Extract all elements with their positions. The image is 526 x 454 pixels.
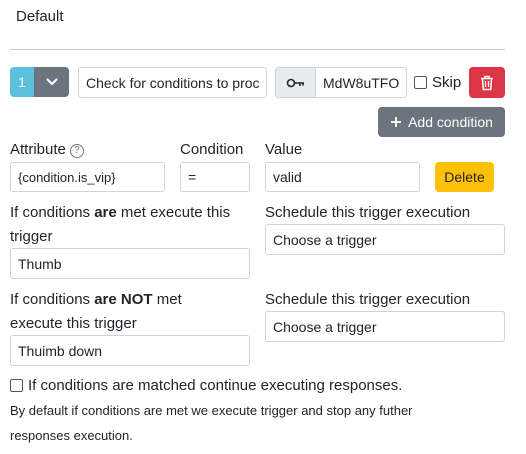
order-number[interactable]: 1 bbox=[10, 67, 34, 97]
code-input[interactable]: MdW8uTFO bbox=[315, 67, 407, 98]
delete-step-button[interactable] bbox=[469, 67, 505, 98]
not-met-text-line2: execute this trigger bbox=[10, 315, 137, 332]
not-met-trigger-input[interactable]: Thuimb down bbox=[10, 335, 250, 366]
continue-checkbox-box[interactable] bbox=[10, 379, 23, 392]
section-title: Default bbox=[16, 8, 64, 25]
met-text-pre: If conditions bbox=[10, 204, 95, 221]
question-circle-icon[interactable]: ? bbox=[69, 143, 84, 158]
not-met-schedule-label: Schedule this trigger execution bbox=[265, 291, 471, 308]
plus-icon bbox=[391, 117, 402, 127]
skip-checkbox-box[interactable] bbox=[414, 76, 427, 89]
order-dropdown-button[interactable] bbox=[34, 67, 69, 97]
continue-checkbox[interactable]: If conditions are matched continue execu… bbox=[10, 377, 402, 394]
met-trigger-label: If conditions are met execute this trigg… bbox=[10, 201, 255, 249]
not-met-text-bold: are NOT bbox=[94, 291, 153, 308]
skip-checkbox[interactable]: Skip bbox=[414, 74, 461, 91]
not-met-text-pre: If conditions bbox=[10, 291, 95, 308]
key-addon bbox=[275, 67, 316, 98]
met-schedule-label: Schedule this trigger execution bbox=[265, 204, 471, 221]
not-met-trigger-label: If conditions are NOT met execute this t… bbox=[10, 288, 255, 336]
skip-label: Skip bbox=[432, 74, 462, 91]
condition-label: Condition bbox=[180, 141, 244, 158]
met-text-post: met execute this bbox=[116, 204, 231, 221]
delete-condition-button[interactable]: Delete bbox=[435, 162, 494, 192]
continue-help-text: By default if conditions are met we exec… bbox=[10, 398, 413, 448]
continue-help-line2: responses execution. bbox=[10, 428, 133, 443]
add-condition-button[interactable]: Add condition bbox=[378, 107, 505, 137]
chevron-down-icon bbox=[46, 78, 57, 85]
attribute-input[interactable]: {condition.is_vip} bbox=[10, 162, 165, 192]
condition-input[interactable]: = bbox=[180, 162, 250, 192]
value-label: Value bbox=[265, 141, 303, 158]
add-condition-label: Add condition bbox=[408, 114, 493, 130]
met-text-bold: are bbox=[94, 204, 117, 221]
met-trigger-input[interactable]: Thumb bbox=[10, 248, 250, 279]
continue-help-line1: By default if conditions are met we exec… bbox=[10, 403, 413, 418]
not-met-schedule-select[interactable]: Choose a trigger bbox=[265, 311, 505, 342]
continue-label: If conditions are matched continue execu… bbox=[28, 377, 403, 394]
key-icon bbox=[286, 78, 304, 87]
value-input[interactable]: valid bbox=[265, 162, 420, 192]
message-input[interactable]: Check for conditions to proc bbox=[78, 67, 267, 98]
attribute-label: Attribute bbox=[10, 141, 66, 158]
attribute-label-group: Attribute? bbox=[10, 141, 84, 158]
divider bbox=[10, 49, 505, 50]
not-met-text-post: met bbox=[152, 291, 182, 308]
trash-icon bbox=[481, 75, 493, 90]
met-text-line2: trigger bbox=[10, 228, 53, 245]
met-schedule-select[interactable]: Choose a trigger bbox=[265, 224, 505, 255]
